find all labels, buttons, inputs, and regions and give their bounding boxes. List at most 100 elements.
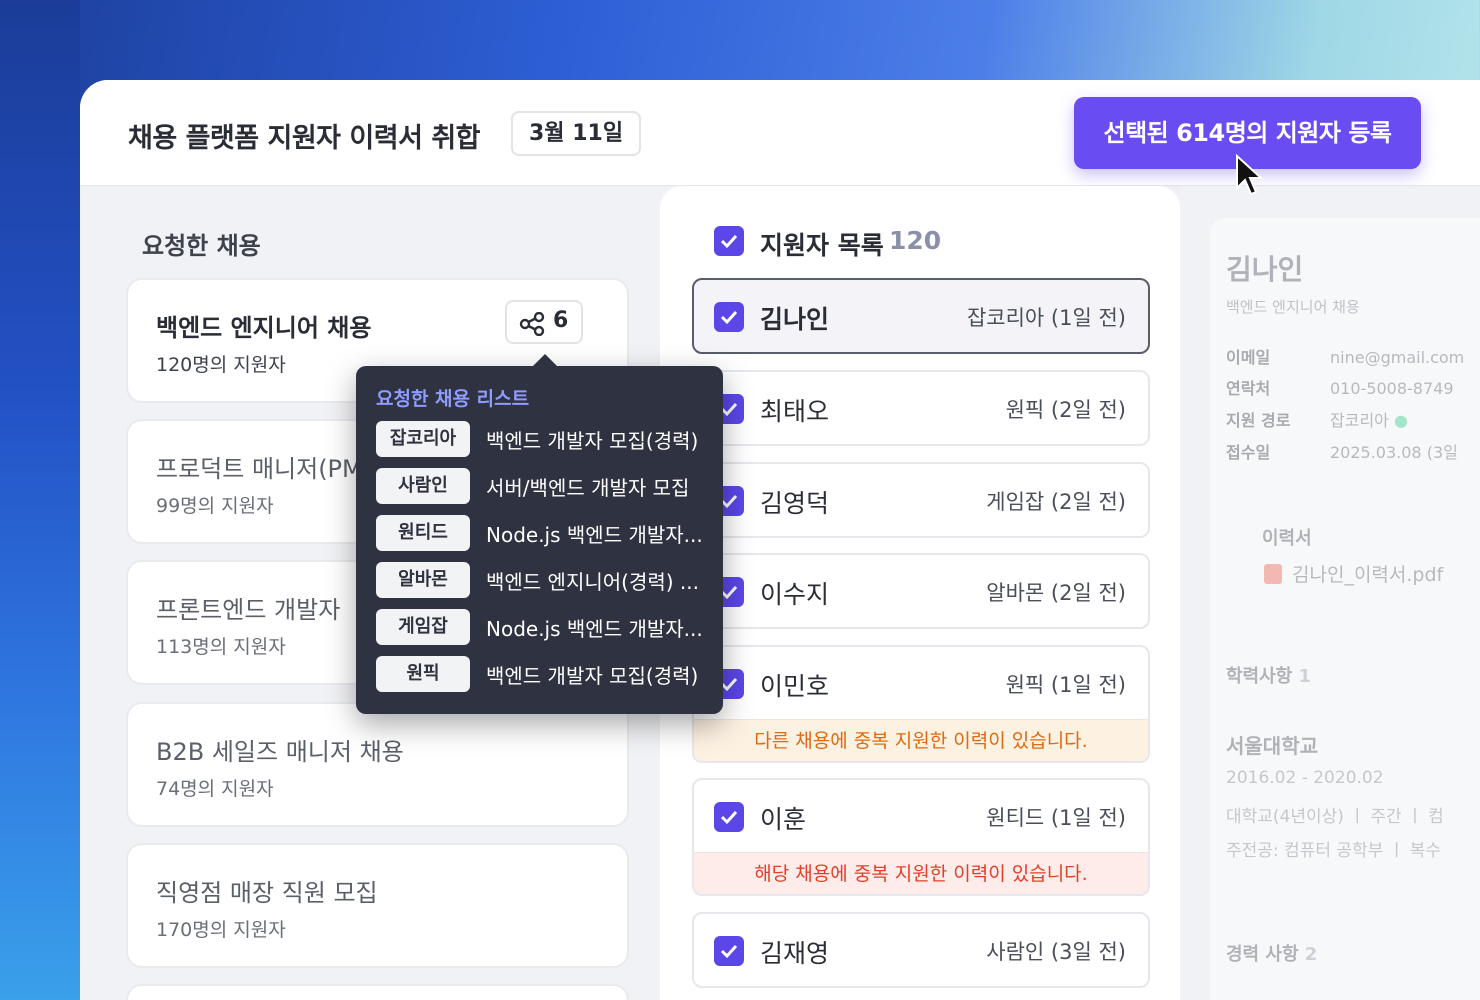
pdf-icon (1264, 564, 1282, 584)
check-icon (720, 944, 738, 959)
job-name: B2B 세일즈 매니저 채용 (156, 738, 404, 766)
background-left (0, 0, 80, 1000)
check-icon (720, 810, 738, 825)
applicant-checkbox[interactable] (714, 936, 744, 966)
job-card[interactable]: 직영점 매장 직원 모집 170명의 지원자 (126, 843, 629, 968)
platform-job-title: 서버/백엔드 개발자 모집 (486, 476, 690, 500)
popover-item[interactable]: 게임잡 Node.js 백엔드 개발자... (376, 609, 716, 647)
platform-job-title: 백엔드 개발자 모집(경력) (486, 429, 699, 453)
detail-date: 2025.03.08 (3일 (1330, 443, 1458, 462)
duplicate-warning: 해당 채용에 중복 지원한 이력이 있습니다. (694, 852, 1148, 894)
platform-job-title: Node.js 백엔드 개발자... (486, 523, 703, 547)
school-period: 2016.02 - 2020.02 (1226, 768, 1384, 788)
education-heading: 학력사항 1 (1226, 662, 1311, 688)
duplicate-warning: 다른 채용에 중복 지원한 이력이 있습니다. (694, 719, 1148, 761)
applicant-name: 김나인 (760, 305, 830, 334)
requested-jobs-heading: 요청한 채용 (142, 232, 261, 260)
detail-date-label: 접수일 (1226, 443, 1271, 462)
applicant-source: 게임잡 (2일 전) (986, 490, 1126, 514)
platform-badge: 알바몬 (376, 562, 470, 598)
platform-badge: 원티드 (376, 515, 470, 551)
applicant-name: 김영덕 (760, 489, 830, 518)
applicant-name: 이민호 (760, 672, 830, 701)
applicant-source: 사람인 (3일 전) (986, 940, 1126, 964)
detail-phone: 010-5008-8749 (1330, 379, 1454, 398)
applicant-row[interactable]: 이훈 원티드 (1일 전) 해당 채용에 중복 지원한 이력이 있습니다. (692, 778, 1150, 896)
page-title: 채용 플랫폼 지원자 이력서 취합 (128, 123, 481, 154)
applicant-name: 이훈 (760, 805, 807, 834)
job-card[interactable] (126, 984, 629, 1000)
career-count: 2 (1304, 944, 1318, 965)
detail-route: 잡코리아 (1330, 411, 1389, 430)
applicant-source: 잡코리아 (1일 전) (966, 306, 1126, 330)
verified-icon: ● (1393, 411, 1408, 430)
job-applicant-count: 99명의 지원자 (156, 495, 274, 517)
applicant-row[interactable]: 최태오 원픽 (2일 전) (692, 370, 1150, 446)
job-name: 프로덕트 매니저(PM (156, 455, 363, 483)
detail-email: nine@gmail.com (1330, 348, 1465, 367)
share-count: 6 (553, 308, 569, 333)
popover-item[interactable]: 원티드 Node.js 백엔드 개발자... (376, 515, 716, 553)
school-type: 대학교(4년이상) ㅣ 주간 ㅣ 컴 (1226, 807, 1444, 827)
job-card[interactable]: B2B 세일즈 매니저 채용 74명의 지원자 (126, 702, 629, 827)
applicant-source: 원픽 (1일 전) (1005, 673, 1126, 697)
applicant-name: 김재영 (760, 939, 830, 968)
check-icon (720, 234, 738, 249)
detail-name: 김나인 (1226, 253, 1304, 286)
resume-file-link[interactable]: 김나인_이력서.pdf (1264, 560, 1443, 587)
job-name: 백엔드 엔지니어 채용 (156, 314, 372, 342)
popover-item[interactable]: 알바몬 백엔드 엔지니어(경력) ... (376, 562, 716, 600)
detail-phone-label: 연락처 (1226, 379, 1271, 398)
platform-job-title: Node.js 백엔드 개발자... (486, 617, 703, 641)
mouse-cursor-icon (1236, 154, 1264, 196)
applicant-row[interactable]: 이민호 원픽 (1일 전) 다른 채용에 중복 지원한 이력이 있습니다. (692, 645, 1150, 763)
school-major: 주전공: 컴퓨터 공학부 ㅣ 복수 (1226, 841, 1442, 861)
job-name: 직영점 매장 직원 모집 (156, 879, 378, 907)
popover-caret (532, 354, 558, 367)
popover-item[interactable]: 사람인 서버/백엔드 개발자 모집 (376, 468, 716, 506)
job-name: 프론트엔드 개발자 (156, 596, 341, 624)
resume-file-name: 김나인_이력서.pdf (1292, 564, 1444, 586)
platform-badge: 잡코리아 (376, 421, 470, 457)
platform-job-title: 백엔드 개발자 모집(경력) (486, 664, 699, 688)
popover-item[interactable]: 원픽 백엔드 개발자 모집(경력) (376, 656, 716, 694)
applicant-list-panel: 지원자 목록 120 김나인 잡코리아 (1일 전) 최태오 원픽 (2일 전)… (660, 186, 1180, 1000)
platform-badge: 사람인 (376, 468, 470, 504)
detail-route-label: 지원 경로 (1226, 411, 1291, 430)
detail-email-label: 이메일 (1226, 348, 1271, 367)
applicant-source: 원픽 (2일 전) (1005, 398, 1126, 422)
check-icon (720, 310, 738, 325)
detail-phone-row: 연락처 010-5008-8749 (1226, 375, 1480, 399)
applicant-row[interactable]: 이수지 알바몬 (2일 전) (692, 553, 1150, 629)
popover-title: 요청한 채용 리스트 (376, 388, 530, 410)
applicant-name: 이수지 (760, 580, 830, 609)
share-icon (519, 312, 545, 336)
platform-badge: 원픽 (376, 656, 470, 692)
detail-route-row: 지원 경로 잡코리아 ● (1226, 407, 1480, 431)
applicant-row[interactable]: 김재영 사람인 (3일 전) (692, 912, 1150, 988)
platform-job-title: 백엔드 엔지니어(경력) ... (486, 570, 699, 594)
applicant-name: 최태오 (760, 397, 830, 426)
share-count-button[interactable]: 6 (505, 300, 583, 344)
applicant-checkbox[interactable] (714, 302, 744, 332)
applicant-row[interactable]: 김나인 잡코리아 (1일 전) (692, 278, 1150, 354)
detail-date-row: 접수일 2025.03.08 (3일 (1226, 439, 1480, 463)
applicant-source: 알바몬 (2일 전) (986, 581, 1126, 605)
detail-email-row: 이메일 nine@gmail.com (1226, 344, 1480, 368)
job-applicant-count: 74명의 지원자 (156, 778, 274, 800)
career-heading: 경력 사항 2 (1226, 940, 1317, 966)
date-badge: 3월 11일 (511, 111, 642, 156)
education-label: 학력사항 (1226, 666, 1293, 687)
detail-card (1210, 218, 1480, 1000)
job-applicant-count: 113명의 지원자 (156, 636, 286, 658)
resume-heading: 이력서 (1262, 528, 1312, 549)
applicant-list-title: 지원자 목록 (760, 231, 884, 260)
applicant-source: 원티드 (1일 전) (986, 806, 1126, 830)
education-count: 1 (1298, 666, 1312, 687)
applicant-row[interactable]: 김영덕 게임잡 (2일 전) (692, 462, 1150, 538)
popover-item[interactable]: 잡코리아 백엔드 개발자 모집(경력) (376, 421, 716, 459)
career-label: 경력 사항 (1226, 944, 1299, 965)
app-window: 채용 플랫폼 지원자 이력서 취합 3월 11일 선택된 614명의 지원자 등… (80, 80, 1480, 1000)
select-all-checkbox[interactable] (714, 226, 744, 256)
applicant-checkbox[interactable] (714, 802, 744, 832)
